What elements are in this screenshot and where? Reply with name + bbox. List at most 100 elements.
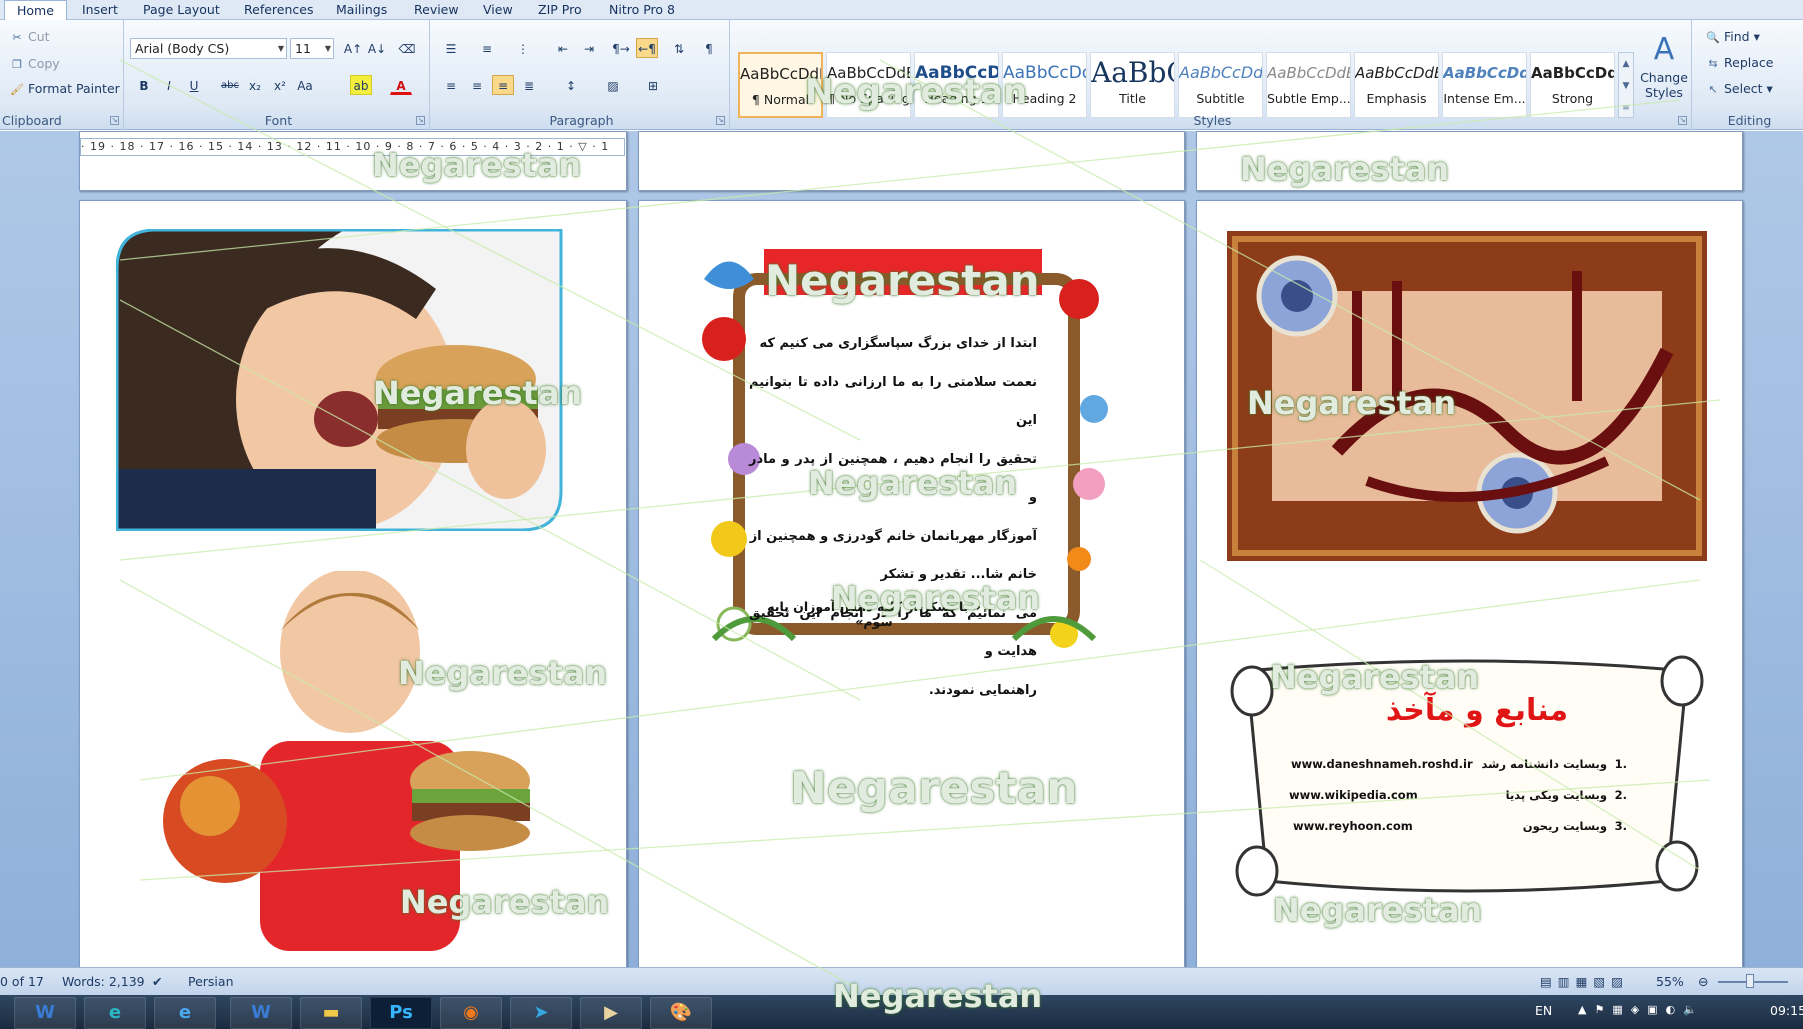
underline-button[interactable]: U bbox=[183, 75, 205, 95]
document-workspace[interactable]: ابتدا از خدای بزرگ سپاسگزاری می کنیم که … bbox=[0, 131, 1803, 970]
page-left[interactable] bbox=[79, 200, 627, 970]
borders-button[interactable]: ⊞ bbox=[642, 75, 664, 95]
system-tray-icons[interactable]: ▲⚑▦◈▣◐🔈 bbox=[1578, 1003, 1705, 1016]
photoshop-icon[interactable]: Ps bbox=[370, 997, 432, 1029]
edge-icon[interactable]: e bbox=[84, 997, 146, 1029]
style-subtitle[interactable]: AaBbCcDdEeSubtitle bbox=[1178, 52, 1263, 118]
tab-page-layout[interactable]: Page Layout bbox=[143, 0, 220, 20]
language-tray[interactable]: EN bbox=[1535, 1003, 1552, 1018]
word-document-icon[interactable]: W bbox=[230, 997, 292, 1029]
status-bar: 0 of 17 Words: 2,139 ✔ Persian ▤▥▦▧▨ 55%… bbox=[0, 967, 1803, 995]
word-app-icon[interactable]: W bbox=[14, 997, 76, 1029]
source-url[interactable]: www.daneshnameh.roshd.ir bbox=[1291, 757, 1473, 771]
tab-mailings[interactable]: Mailings bbox=[336, 0, 387, 20]
tab-view[interactable]: View bbox=[483, 0, 513, 20]
highlight-button[interactable]: ab bbox=[350, 75, 372, 95]
change-styles-button[interactable]: A Change Styles bbox=[1636, 30, 1692, 100]
boy-with-apple-and-burger-image bbox=[150, 571, 550, 951]
format-painter-button[interactable]: 🖌 Format Painter bbox=[10, 79, 120, 99]
font-size-combo[interactable]: 11 ▼ bbox=[290, 38, 334, 59]
page-strip-middle bbox=[638, 131, 1185, 191]
word-count[interactable]: Words: 2,139 bbox=[62, 968, 145, 995]
telegram-icon[interactable]: ➤ bbox=[510, 997, 572, 1029]
styles-launcher[interactable]: ↘ bbox=[1678, 116, 1687, 125]
zoom-level[interactable]: 55% bbox=[1656, 968, 1684, 995]
font-launcher[interactable]: ↘ bbox=[416, 116, 425, 125]
change-case-button[interactable]: Aa bbox=[294, 75, 316, 95]
tab-review[interactable]: Review bbox=[414, 0, 459, 20]
tab-nitro-pro[interactable]: Nitro Pro 8 bbox=[609, 0, 675, 20]
line-spacing-button[interactable]: ↕ bbox=[560, 75, 582, 95]
view-buttons[interactable]: ▤▥▦▧▨ bbox=[1540, 968, 1629, 995]
ltr-button[interactable]: ¶→ bbox=[610, 38, 632, 58]
clipboard-label: Clipboard bbox=[2, 113, 62, 128]
strikethrough-button[interactable]: abc bbox=[219, 75, 241, 95]
select-button[interactable]: ↖ Select ▾ bbox=[1706, 79, 1772, 99]
shading-button[interactable]: ▨ bbox=[602, 75, 624, 95]
copy-button[interactable]: ❐ Copy bbox=[10, 54, 60, 74]
source-url[interactable]: www.wikipedia.com bbox=[1289, 788, 1418, 802]
find-button[interactable]: 🔍 Find ▾ bbox=[1706, 27, 1760, 47]
style-no-spacing[interactable]: AaBbCcDdEe¶ No Spacing bbox=[826, 52, 911, 118]
style-heading-1[interactable]: AaBbCcDdEeHeading 1 bbox=[914, 52, 999, 118]
styles-scroll[interactable]: ▲ ▼ ≡ bbox=[1618, 52, 1634, 118]
clipboard-launcher[interactable]: ↘ bbox=[110, 116, 119, 125]
media-player-icon[interactable]: ▶ bbox=[580, 997, 642, 1029]
style-subtle-emphasis[interactable]: AaBbCcDdEeSubtle Emp... bbox=[1266, 52, 1351, 118]
clock[interactable]: 09:15 bbox=[1770, 1003, 1803, 1018]
sources-title: منابع و مآخذ bbox=[1385, 693, 1569, 728]
replace-button[interactable]: ⇆ Replace bbox=[1706, 53, 1773, 73]
paragraph-launcher[interactable]: ↘ bbox=[716, 116, 725, 125]
style-normal[interactable]: AaBbCcDdEe¶ Normal bbox=[738, 52, 823, 118]
italic-button[interactable]: I bbox=[158, 75, 180, 95]
font-name-combo[interactable]: Arial (Body CS) ▼ bbox=[130, 38, 287, 59]
show-marks-button[interactable]: ¶ bbox=[698, 38, 720, 58]
numbering-button[interactable]: ≡ bbox=[476, 38, 498, 58]
page-right[interactable]: منابع و مآخذ www.daneshnameh.roshd.ir وب… bbox=[1196, 200, 1743, 970]
style-strong[interactable]: AaBbCcDdEeStrong bbox=[1530, 52, 1615, 118]
page-middle[interactable]: ابتدا از خدای بزرگ سپاسگزاری می کنیم که … bbox=[638, 200, 1185, 970]
sort-button[interactable]: ⇅ bbox=[668, 38, 690, 58]
rtl-button[interactable]: ←¶ bbox=[636, 38, 658, 58]
paint-icon[interactable]: 🎨 bbox=[650, 997, 712, 1029]
tab-home[interactable]: Home bbox=[4, 0, 67, 20]
horizontal-ruler[interactable]: · 19 · 18 · 17 · 16 · 15 · 14 · 13 · 12 … bbox=[80, 138, 625, 156]
style-intense-emphasis[interactable]: AaBbCcDdEeIntense Em... bbox=[1442, 52, 1527, 118]
align-center-button[interactable]: ≡ bbox=[466, 75, 488, 95]
style-title[interactable]: AaBbCcDdEeTitle bbox=[1090, 52, 1175, 118]
firefox-icon[interactable]: ◉ bbox=[440, 997, 502, 1029]
file-explorer-icon[interactable]: ▬ bbox=[300, 997, 362, 1029]
sources-list: www.daneshnameh.roshd.ir وبسایت دانشنامه… bbox=[1287, 757, 1627, 850]
subscript-button[interactable]: x₂ bbox=[244, 75, 266, 95]
align-right-button[interactable]: ≡ bbox=[492, 75, 514, 95]
cut-button[interactable]: ✂ Cut bbox=[10, 27, 49, 47]
tab-zip-pro[interactable]: ZIP Pro bbox=[538, 0, 582, 20]
paragraph-label: Paragraph bbox=[549, 113, 614, 128]
language-indicator[interactable]: Persian bbox=[188, 968, 234, 995]
tab-insert[interactable]: Insert bbox=[82, 0, 118, 20]
proofing-icon[interactable]: ✔ bbox=[152, 968, 162, 995]
grow-font-button[interactable]: A↑ bbox=[342, 38, 364, 58]
clear-formatting-button[interactable]: ⌫ bbox=[396, 38, 418, 58]
multilevel-list-button[interactable]: ⋮ bbox=[512, 38, 534, 58]
superscript-button[interactable]: x² bbox=[269, 75, 291, 95]
source-item: www.wikipedia.com وبسایت ویکی پدیا 2. bbox=[1287, 788, 1627, 819]
style-emphasis[interactable]: AaBbCcDdEeEmphasis bbox=[1354, 52, 1439, 118]
style-heading-2[interactable]: AaBbCcDdEeHeading 2 bbox=[1002, 52, 1087, 118]
increase-indent-button[interactable]: ⇥ bbox=[578, 38, 600, 58]
zoom-slider-thumb[interactable] bbox=[1746, 974, 1754, 988]
decrease-indent-button[interactable]: ⇤ bbox=[552, 38, 574, 58]
align-left-button[interactable]: ≡ bbox=[440, 75, 462, 95]
justify-button[interactable]: ≣ bbox=[518, 75, 540, 95]
tab-references[interactable]: References bbox=[244, 0, 313, 20]
chevron-down-icon: ▼ bbox=[324, 44, 331, 53]
font-label: Font bbox=[264, 113, 293, 128]
internet-explorer-icon[interactable]: e bbox=[154, 997, 216, 1029]
bold-button[interactable]: B bbox=[133, 75, 155, 95]
page-count[interactable]: 0 of 17 bbox=[0, 968, 44, 995]
zoom-out-icon[interactable]: ⊖ bbox=[1698, 968, 1708, 995]
shrink-font-button[interactable]: A↓ bbox=[366, 38, 388, 58]
font-color-button[interactable]: A bbox=[390, 75, 412, 95]
bullets-button[interactable]: ☰ bbox=[440, 38, 462, 58]
source-url[interactable]: www.reyhoon.com bbox=[1293, 819, 1413, 833]
